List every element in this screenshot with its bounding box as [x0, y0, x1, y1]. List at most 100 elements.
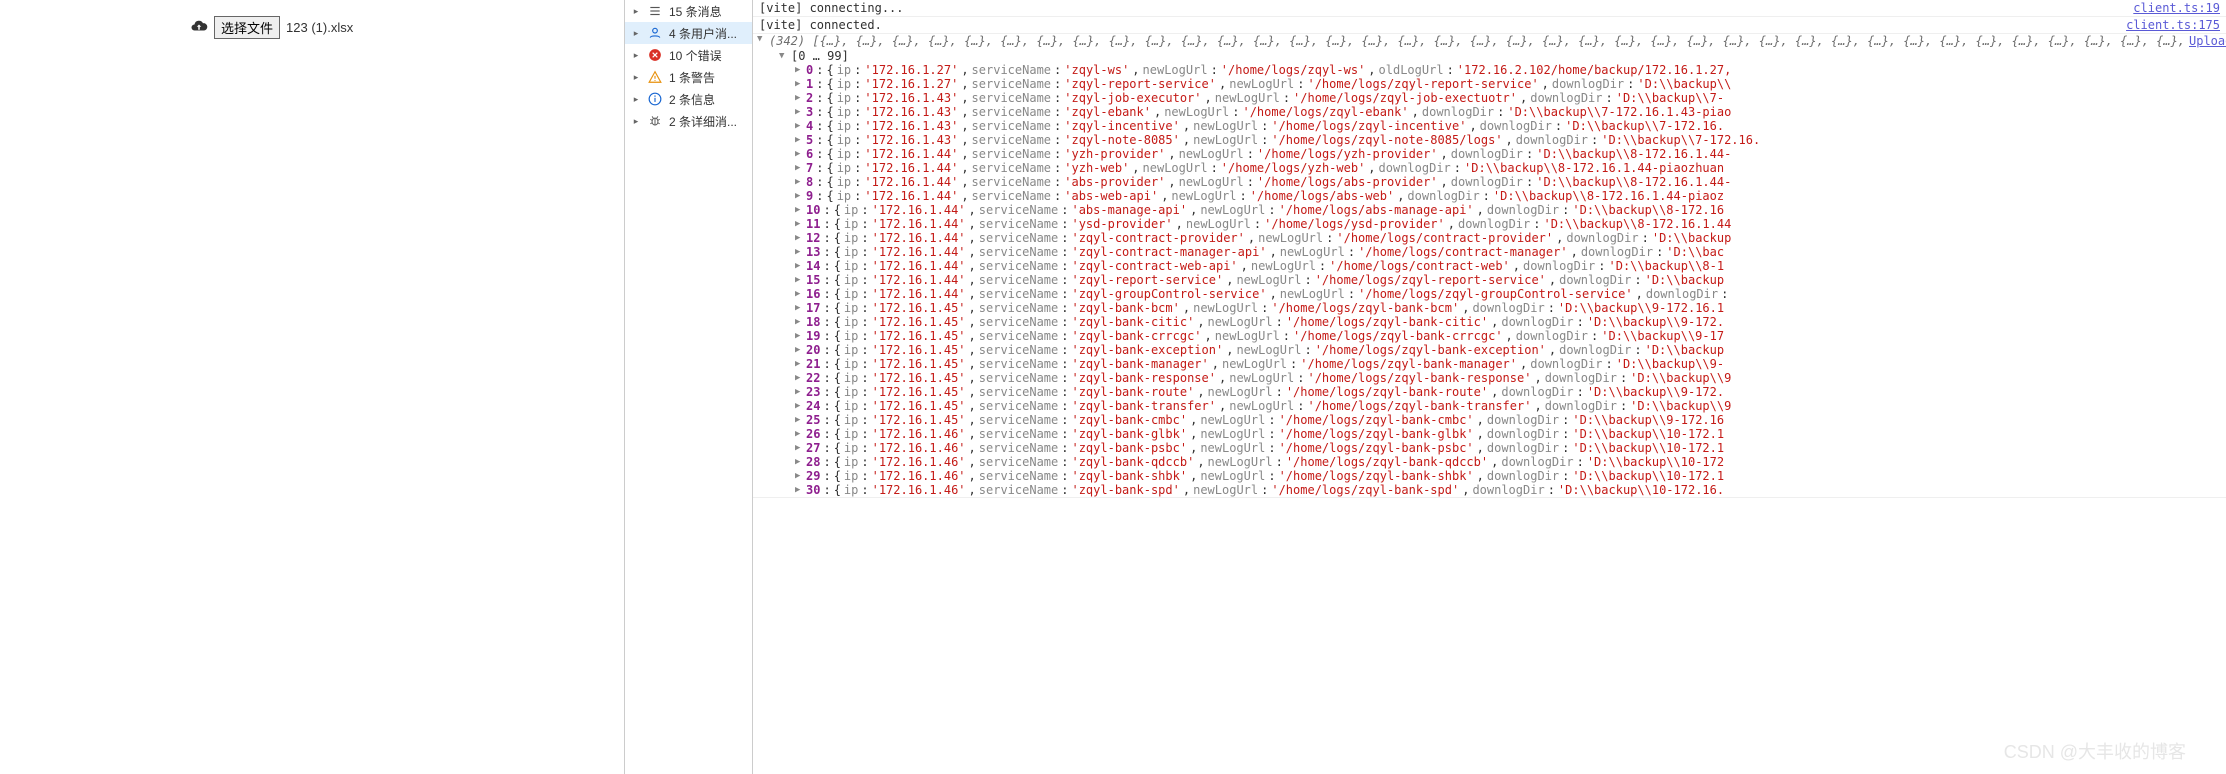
array-entry[interactable]: ▶17: {ip: '172.16.1.45', serviceName: 'z… — [757, 301, 2226, 315]
filter-msg[interactable]: ▸ 15 条消息 — [625, 0, 752, 22]
chevron-right-icon[interactable]: ▶ — [795, 63, 803, 77]
array-entry[interactable]: ▶6: {ip: '172.16.1.44', serviceName: 'yz… — [757, 147, 2226, 161]
filter-verbose[interactable]: ▸ 2 条详细消... — [625, 110, 752, 132]
array-entry[interactable]: ▶19: {ip: '172.16.1.45', serviceName: 'z… — [757, 329, 2226, 343]
chevron-right-icon[interactable]: ▶ — [795, 455, 803, 469]
console-message: [vite] connected. — [759, 18, 882, 32]
filter-label: 10 个错误 — [669, 47, 722, 64]
chevron-right-icon[interactable]: ▶ — [795, 175, 803, 189]
chevron-right-icon[interactable]: ▶ — [795, 231, 803, 245]
array-entry[interactable]: ▶21: {ip: '172.16.1.45', serviceName: 'z… — [757, 357, 2226, 371]
array-entry[interactable]: ▶22: {ip: '172.16.1.45', serviceName: 'z… — [757, 371, 2226, 385]
chevron-right-icon[interactable]: ▶ — [795, 203, 803, 217]
chevron-right-icon[interactable]: ▶ — [795, 91, 803, 105]
array-entry[interactable]: ▶30: {ip: '172.16.1.46', serviceName: 'z… — [757, 483, 2226, 497]
error-icon — [647, 47, 663, 63]
chevron-right-icon[interactable]: ▸ — [631, 50, 641, 61]
chevron-right-icon[interactable]: ▸ — [631, 28, 641, 39]
chevron-right-icon[interactable]: ▶ — [795, 371, 803, 385]
uploaded-filename: 123 (1).xlsx — [286, 20, 353, 35]
chevron-right-icon[interactable]: ▶ — [795, 245, 803, 259]
array-entry[interactable]: ▶10: {ip: '172.16.1.44', serviceName: 'a… — [757, 203, 2226, 217]
array-entry[interactable]: ▶13: {ip: '172.16.1.44', serviceName: 'z… — [757, 245, 2226, 259]
choose-file-button[interactable]: 选择文件 — [214, 16, 280, 39]
filter-label: 1 条警告 — [669, 69, 715, 86]
chevron-right-icon[interactable]: ▶ — [795, 133, 803, 147]
source-link[interactable]: UploadFile.vue:53 — [2189, 34, 2226, 48]
filter-label: 2 条详细消... — [669, 113, 737, 130]
chevron-right-icon[interactable]: ▶ — [795, 357, 803, 371]
filter-label: 4 条用户消... — [669, 25, 737, 42]
array-entry[interactable]: ▶28: {ip: '172.16.1.46', serviceName: 'z… — [757, 455, 2226, 469]
chevron-right-icon[interactable]: ▶ — [795, 147, 803, 161]
chevron-right-icon[interactable]: ▶ — [795, 315, 803, 329]
array-entry[interactable]: ▶27: {ip: '172.16.1.46', serviceName: 'z… — [757, 441, 2226, 455]
array-entry[interactable]: ▶2: {ip: '172.16.1.43', serviceName: 'zq… — [757, 91, 2226, 105]
array-entry[interactable]: ▶23: {ip: '172.16.1.45', serviceName: 'z… — [757, 385, 2226, 399]
array-entry[interactable]: ▶7: {ip: '172.16.1.44', serviceName: 'yz… — [757, 161, 2226, 175]
array-entry[interactable]: ▶20: {ip: '172.16.1.45', serviceName: 'z… — [757, 343, 2226, 357]
array-entry[interactable]: ▶18: {ip: '172.16.1.45', serviceName: 'z… — [757, 315, 2226, 329]
expand-range-icon[interactable]: ▼ — [779, 51, 787, 61]
chevron-right-icon[interactable]: ▶ — [795, 77, 803, 91]
info-icon — [647, 91, 663, 107]
array-entry[interactable]: ▶0: {ip: '172.16.1.27', serviceName: 'zq… — [757, 63, 2226, 77]
array-entry[interactable]: ▶16: {ip: '172.16.1.44', serviceName: 'z… — [757, 287, 2226, 301]
array-entry[interactable]: ▶24: {ip: '172.16.1.45', serviceName: 'z… — [757, 399, 2226, 413]
chevron-right-icon[interactable]: ▸ — [631, 116, 641, 127]
array-entry[interactable]: ▶9: {ip: '172.16.1.44', serviceName: 'ab… — [757, 189, 2226, 203]
chevron-right-icon[interactable]: ▶ — [795, 483, 803, 497]
chevron-right-icon[interactable]: ▸ — [631, 6, 641, 17]
chevron-right-icon[interactable]: ▶ — [795, 399, 803, 413]
chevron-right-icon[interactable]: ▶ — [795, 385, 803, 399]
chevron-right-icon[interactable]: ▶ — [795, 273, 803, 287]
chevron-right-icon[interactable]: ▶ — [795, 105, 803, 119]
array-entry[interactable]: ▶1: {ip: '172.16.1.27', serviceName: 'zq… — [757, 77, 2226, 91]
array-preview[interactable]: (342) [{…}, {…}, {…}, {…}, {…}, {…}, {…}… — [769, 34, 2189, 49]
array-entry[interactable]: ▶29: {ip: '172.16.1.46', serviceName: 'z… — [757, 469, 2226, 483]
source-link[interactable]: client.ts:19 — [2133, 1, 2220, 15]
warn-icon — [647, 69, 663, 85]
chevron-right-icon[interactable]: ▶ — [795, 329, 803, 343]
cloud-upload-icon — [190, 17, 208, 38]
chevron-right-icon[interactable]: ▶ — [795, 217, 803, 231]
chevron-right-icon[interactable]: ▶ — [795, 189, 803, 203]
expand-object-icon[interactable]: ▼ — [757, 34, 765, 44]
filter-user[interactable]: ▸ 4 条用户消... — [625, 22, 752, 44]
console-line: [vite] connected. client.ts:175 — [753, 17, 2226, 34]
filter-label: 15 条消息 — [669, 3, 722, 20]
chevron-right-icon[interactable]: ▶ — [795, 343, 803, 357]
console-message: [vite] connecting... — [759, 1, 904, 15]
chevron-right-icon[interactable]: ▸ — [631, 94, 641, 105]
array-entry[interactable]: ▶12: {ip: '172.16.1.44', serviceName: 'z… — [757, 231, 2226, 245]
array-entry[interactable]: ▶5: {ip: '172.16.1.43', serviceName: 'zq… — [757, 133, 2226, 147]
range-label[interactable]: [0 … 99] — [791, 49, 849, 63]
filter-error[interactable]: ▸ 10 个错误 — [625, 44, 752, 66]
array-entry[interactable]: ▶3: {ip: '172.16.1.43', serviceName: 'zq… — [757, 105, 2226, 119]
chevron-right-icon[interactable]: ▶ — [795, 469, 803, 483]
array-entry[interactable]: ▶11: {ip: '172.16.1.44', serviceName: 'y… — [757, 217, 2226, 231]
upload-panel: 选择文件 123 (1).xlsx — [0, 0, 625, 774]
console-output: [vite] connecting... client.ts:19 [vite] c… — [753, 0, 2226, 774]
array-entry[interactable]: ▶14: {ip: '172.16.1.44', serviceName: 'z… — [757, 259, 2226, 273]
chevron-right-icon[interactable]: ▸ — [631, 72, 641, 83]
chevron-right-icon[interactable]: ▶ — [795, 259, 803, 273]
chevron-right-icon[interactable]: ▶ — [795, 427, 803, 441]
array-entry[interactable]: ▶26: {ip: '172.16.1.46', serviceName: 'z… — [757, 427, 2226, 441]
verbose-icon — [647, 113, 663, 129]
chevron-right-icon[interactable]: ▶ — [795, 301, 803, 315]
filter-warn[interactable]: ▸ 1 条警告 — [625, 66, 752, 88]
array-entry[interactable]: ▶4: {ip: '172.16.1.43', serviceName: 'zq… — [757, 119, 2226, 133]
chevron-right-icon[interactable]: ▶ — [795, 441, 803, 455]
array-entry[interactable]: ▶8: {ip: '172.16.1.44', serviceName: 'ab… — [757, 175, 2226, 189]
user-icon — [647, 25, 663, 41]
array-entry[interactable]: ▶25: {ip: '172.16.1.45', serviceName: 'z… — [757, 413, 2226, 427]
array-entry[interactable]: ▶15: {ip: '172.16.1.44', serviceName: 'z… — [757, 273, 2226, 287]
filter-label: 2 条信息 — [669, 91, 715, 108]
filter-info[interactable]: ▸ 2 条信息 — [625, 88, 752, 110]
chevron-right-icon[interactable]: ▶ — [795, 119, 803, 133]
source-link[interactable]: client.ts:175 — [2126, 18, 2220, 32]
chevron-right-icon[interactable]: ▶ — [795, 413, 803, 427]
chevron-right-icon[interactable]: ▶ — [795, 161, 803, 175]
chevron-right-icon[interactable]: ▶ — [795, 287, 803, 301]
